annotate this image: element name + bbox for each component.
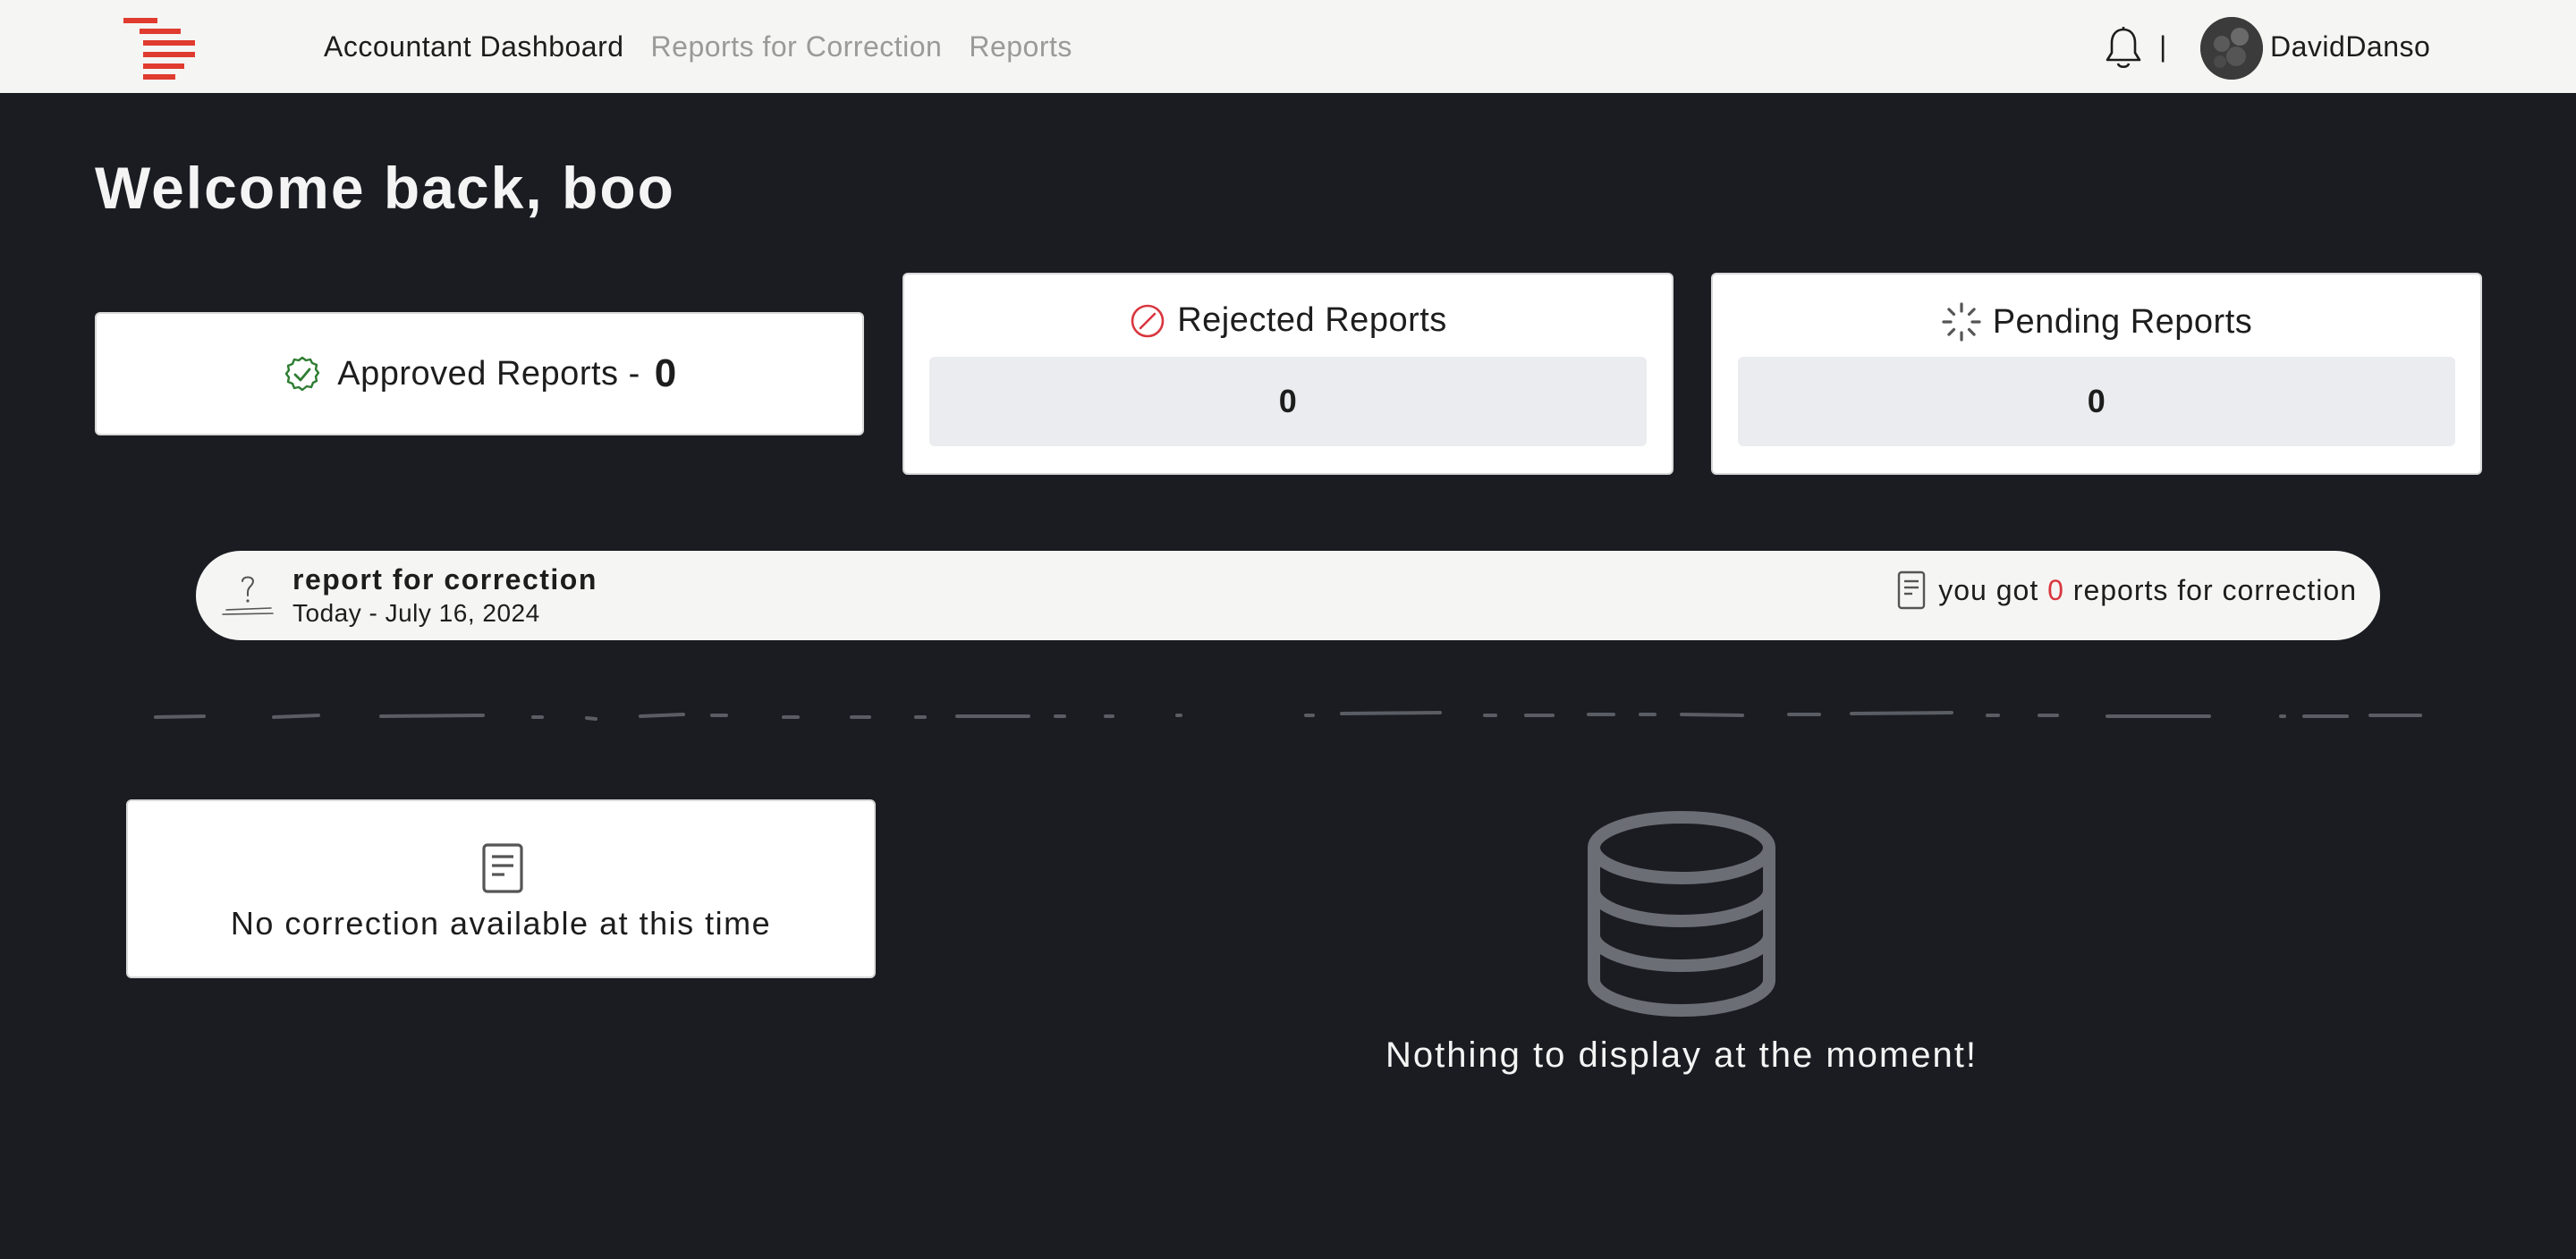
correction-text-after: reports for correction <box>2072 573 2357 606</box>
username[interactable]: DavidDanso <box>2270 30 2430 63</box>
bell-icon[interactable] <box>2104 26 2143 71</box>
correction-summary: you got 0 reports for correction <box>1897 570 2357 610</box>
correction-banner[interactable]: report for correction Today - July 16, 2… <box>196 551 2380 640</box>
empty-state-text: Nothing to display at the moment! <box>1385 1035 1978 1075</box>
section-divider <box>154 711 2422 721</box>
avatar[interactable] <box>2200 17 2263 80</box>
nav-accountant-dashboard[interactable]: Accountant Dashboard <box>324 30 624 63</box>
rejected-reports-card[interactable]: Rejected Reports 0 <box>902 273 1674 475</box>
rejected-card-header: Rejected Reports <box>904 301 1672 340</box>
document-icon <box>1898 570 1926 610</box>
database-icon <box>1588 811 1775 1018</box>
top-navbar: Accountant Dashboard Reports for Correct… <box>0 0 2576 93</box>
correction-title: report for correction <box>292 563 597 596</box>
check-badge-icon <box>285 356 320 392</box>
pending-count: 0 <box>1738 357 2455 446</box>
correction-count-text: you got 0 reports for correction <box>1938 574 2357 607</box>
no-correction-text: No correction available at this time <box>230 905 772 942</box>
rejected-count: 0 <box>929 357 1647 446</box>
document-icon <box>482 843 523 893</box>
approved-reports-card[interactable]: Approved Reports - 0 <box>95 312 864 435</box>
pending-label: Pending Reports <box>1992 302 2253 341</box>
logo-icon[interactable] <box>123 18 200 80</box>
avatar-image <box>2200 17 2263 80</box>
spinner-icon <box>1942 302 1981 342</box>
pending-reports-card[interactable]: Pending Reports 0 <box>1711 273 2482 475</box>
rejected-label: Rejected Reports <box>1177 301 1447 339</box>
page-title: Welcome back, boo <box>95 155 675 221</box>
correction-date: Today - July 16, 2024 <box>292 599 540 627</box>
pending-card-header: Pending Reports <box>1713 301 2480 342</box>
main-nav: Accountant Dashboard Reports for Correct… <box>324 0 1072 93</box>
nav-reports[interactable]: Reports <box>969 30 1072 63</box>
question-icon <box>222 576 274 615</box>
correction-count: 0 <box>2047 573 2064 606</box>
nav-reports-for-correction[interactable]: Reports for Correction <box>651 30 943 63</box>
rejected-icon <box>1131 304 1165 337</box>
correction-text-before: you got <box>1938 573 2039 606</box>
no-correction-card: No correction available at this time <box>126 799 876 978</box>
approved-label: Approved Reports - <box>337 354 640 393</box>
approved-count: 0 <box>654 351 677 395</box>
nav-separator: | <box>2159 30 2167 63</box>
